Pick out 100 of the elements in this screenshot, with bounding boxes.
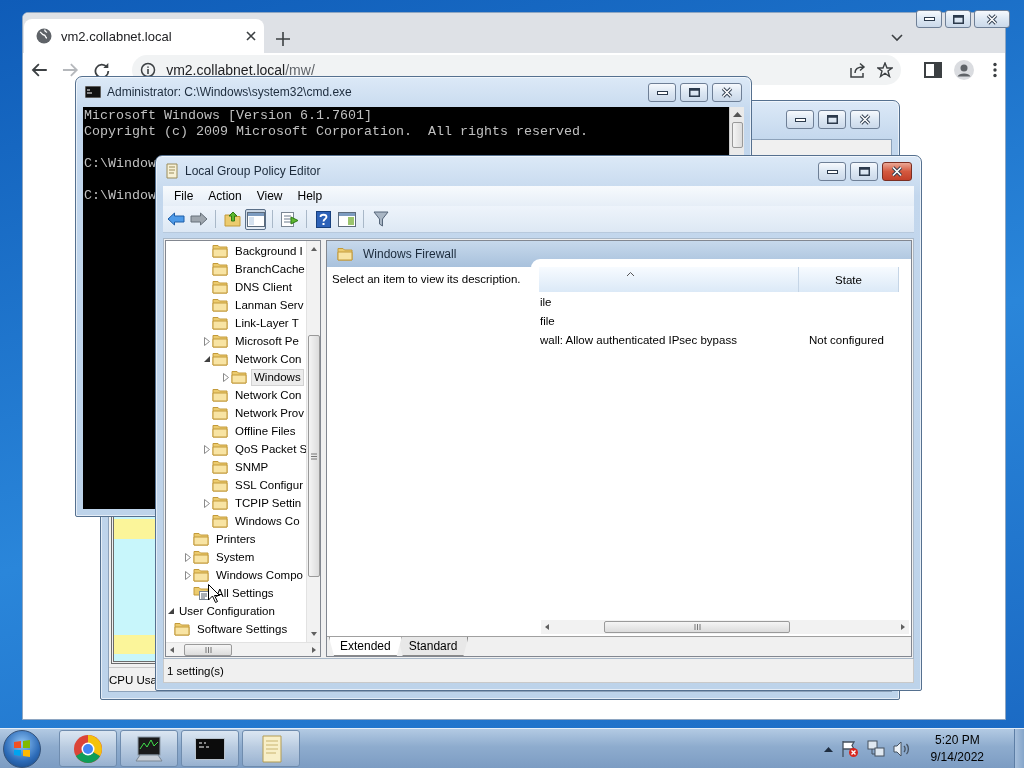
share-icon[interactable]	[849, 62, 867, 78]
side-panel-icon[interactable]	[923, 62, 943, 78]
expand-arrow-icon[interactable]	[222, 372, 229, 382]
maximize-button[interactable]	[945, 10, 971, 28]
start-button[interactable]	[3, 729, 41, 768]
back-arrow-icon[interactable]	[166, 212, 185, 226]
minimize-icon	[656, 90, 668, 95]
folder-icon	[212, 424, 228, 438]
tree-item[interactable]: Link-Layer T	[232, 314, 302, 332]
folder-up-icon[interactable]	[223, 211, 242, 227]
expand-arrow-icon[interactable]	[203, 336, 210, 346]
tree-item[interactable]: SSL Configur	[232, 476, 306, 494]
close-button[interactable]	[712, 83, 742, 102]
taskbar-button[interactable]	[181, 730, 239, 767]
tree-item[interactable]: Printers	[213, 530, 259, 548]
tree-item[interactable]: QoS Packet S	[232, 440, 306, 458]
expand-arrow-icon[interactable]	[184, 552, 191, 562]
tree-item[interactable]: Microsoft Pe	[232, 332, 302, 350]
tree-item[interactable]: BranchCache	[232, 260, 306, 278]
maximize-button[interactable]	[818, 110, 846, 129]
folder-icon	[212, 352, 228, 366]
url-text: vm2.collabnet.local/mw/	[166, 63, 316, 77]
browser-tab[interactable]: vm2.collabnet.local	[24, 19, 264, 53]
folder-icon	[212, 280, 228, 294]
tree-item[interactable]: TCPIP Settin	[232, 494, 305, 512]
tree-item[interactable]: Windows Co	[232, 512, 303, 530]
close-button[interactable]	[974, 10, 1010, 28]
flag-icon[interactable]	[840, 739, 859, 758]
up-arrow-icon[interactable]	[310, 246, 317, 252]
maximize-button[interactable]	[680, 83, 708, 102]
clock-time[interactable]: 5:20 PM	[934, 731, 980, 749]
minimize-button[interactable]	[916, 10, 942, 28]
tree-item[interactable]: Windows	[251, 368, 304, 386]
scrollbar[interactable]	[541, 620, 909, 634]
menu-item[interactable]: Help	[291, 189, 329, 203]
left-arrow-icon[interactable]	[169, 646, 175, 653]
tree-item[interactable]: Lanman Serv	[232, 296, 306, 314]
minimize-button[interactable]	[818, 162, 846, 181]
scroll-thumb[interactable]	[731, 122, 743, 148]
panel-icon[interactable]	[337, 211, 356, 227]
tree-item[interactable]: System	[213, 548, 258, 566]
scrollbar[interactable]	[306, 241, 320, 642]
collapse-arrow-icon[interactable]	[167, 608, 174, 614]
chevron-down-icon[interactable]	[891, 34, 903, 42]
avatar-icon[interactable]	[954, 60, 974, 80]
right-arrow-icon[interactable]	[900, 624, 906, 630]
folder-icon	[212, 442, 228, 456]
tab[interactable]: Extended	[329, 637, 402, 656]
tree-item[interactable]: Windows Compo	[213, 566, 306, 584]
scrollbar[interactable]	[166, 642, 320, 656]
left-arrow-icon[interactable]	[544, 624, 550, 630]
tree-item[interactable]: Offline Files	[232, 422, 299, 440]
tree-item[interactable]: Software Settings	[194, 620, 291, 638]
expand-arrow-icon[interactable]	[203, 444, 210, 454]
console-line: Microsoft Windows [Version 6.1.7601]	[84, 108, 372, 124]
minimize-button[interactable]	[786, 110, 814, 129]
plus-icon[interactable]	[276, 32, 290, 46]
down-arrow-icon[interactable]	[310, 631, 317, 637]
collapse-arrow-icon[interactable]	[203, 356, 210, 362]
tree-item[interactable]: Network Prov	[232, 404, 306, 422]
close-button[interactable]	[850, 110, 880, 129]
monitor-icon	[134, 734, 164, 763]
right-arrow-icon[interactable]	[311, 646, 317, 653]
tab[interactable]: Standard	[397, 637, 469, 656]
menu-item[interactable]: View	[250, 189, 289, 203]
tree-item[interactable]: DNS Client	[232, 278, 295, 296]
close-icon[interactable]	[246, 31, 256, 41]
forward-arrow-icon[interactable]	[189, 212, 208, 226]
star-icon[interactable]	[877, 62, 893, 78]
speaker-icon[interactable]	[892, 740, 911, 757]
tree-item[interactable]: Network Con	[232, 386, 305, 404]
folder-icon	[212, 496, 228, 510]
info-icon	[140, 62, 157, 78]
expand-arrow-icon[interactable]	[203, 498, 210, 508]
folder-icon	[212, 316, 228, 330]
help-icon[interactable]	[316, 210, 331, 228]
up-arrow-icon[interactable]	[823, 745, 833, 752]
list-arrow-icon[interactable]	[280, 211, 299, 227]
up-arrow-icon[interactable]	[732, 111, 742, 117]
folder-icon	[212, 460, 228, 474]
minimize-button[interactable]	[648, 83, 676, 102]
tree-item[interactable]: Background I	[232, 242, 306, 260]
menu-item[interactable]: File	[168, 189, 200, 203]
expand-arrow-icon[interactable]	[184, 570, 191, 580]
tree-item[interactable]: User Configuration	[176, 602, 278, 620]
close-icon	[721, 87, 733, 98]
network-icon[interactable]	[866, 739, 885, 758]
clock-date[interactable]: 9/14/2022	[930, 748, 984, 766]
folder-icon	[212, 406, 228, 420]
folder-icon	[212, 298, 228, 312]
filter-icon[interactable]	[372, 211, 389, 227]
column-header[interactable]: State	[799, 267, 899, 292]
maximize-button[interactable]	[850, 162, 878, 181]
tree-item[interactable]: Network Con	[232, 350, 305, 368]
folder-icon	[337, 247, 353, 261]
taskbar-button[interactable]	[120, 730, 178, 767]
close-button[interactable]	[882, 162, 912, 181]
folder-icon	[212, 334, 228, 348]
tree-item[interactable]: SNMP	[232, 458, 272, 476]
menu-item[interactable]: Action	[202, 189, 248, 203]
